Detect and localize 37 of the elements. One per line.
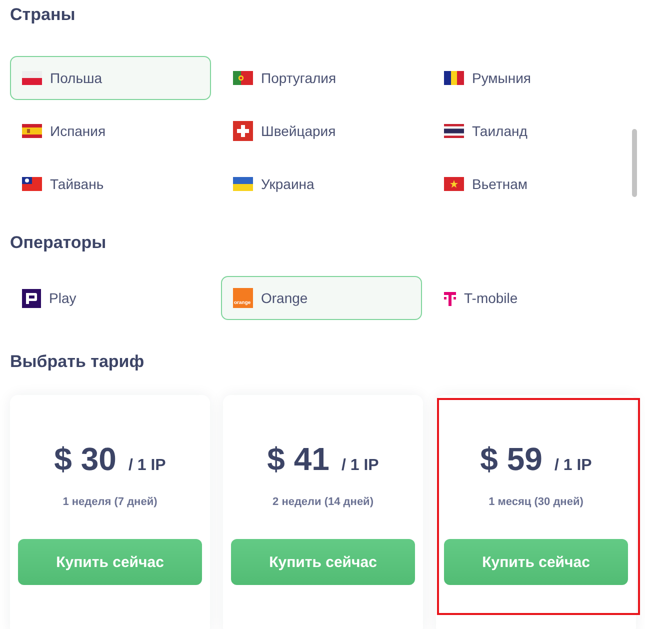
country-name: Испания: [50, 123, 106, 139]
flag-icon: [444, 71, 464, 85]
price-unit: / 1 IP: [128, 457, 166, 475]
flag-icon: [233, 121, 253, 141]
price-unit: / 1 IP: [554, 457, 592, 475]
plan-period: 1 месяц (30 дней): [488, 496, 584, 508]
operator-logo-icon: [444, 290, 456, 306]
country-name: Таиланд: [472, 123, 528, 139]
operator-name: Orange: [261, 290, 308, 306]
plan-period: 2 недели (14 дней): [272, 496, 374, 508]
flag-icon: [233, 177, 253, 191]
section-title: Выбрать тариф: [10, 351, 144, 373]
flag-icon: [233, 71, 253, 85]
plan-price: $ 41: [267, 441, 330, 478]
country-option[interactable]: Польша: [10, 56, 211, 100]
flag-icon: [22, 124, 42, 138]
section-title: Страны: [10, 4, 76, 26]
flag-icon: [444, 124, 464, 138]
plan-price: $ 59: [480, 441, 542, 478]
section-title: Операторы: [10, 232, 106, 254]
plan-price: $ 30: [54, 441, 116, 478]
country-name: Португалия: [261, 70, 336, 86]
flag-icon: [444, 177, 464, 191]
flag-icon: [22, 177, 42, 191]
country-name: Швейцария: [261, 123, 336, 139]
operator-name: Play: [49, 290, 76, 306]
scrollbar-thumb[interactable]: [632, 129, 637, 197]
price-unit: / 1 IP: [341, 457, 379, 475]
operator-logo-icon: [22, 288, 41, 308]
operator-name: T-mobile: [464, 290, 518, 306]
flag-icon: [22, 71, 42, 85]
country-name: Польша: [50, 70, 102, 86]
country-name: Румыния: [472, 70, 532, 86]
country-name: Тайвань: [50, 176, 104, 192]
plan-period: 1 неделя (7 дней): [62, 496, 158, 508]
country-name: Украина: [261, 176, 314, 192]
country-name: Вьетнам: [472, 176, 528, 192]
